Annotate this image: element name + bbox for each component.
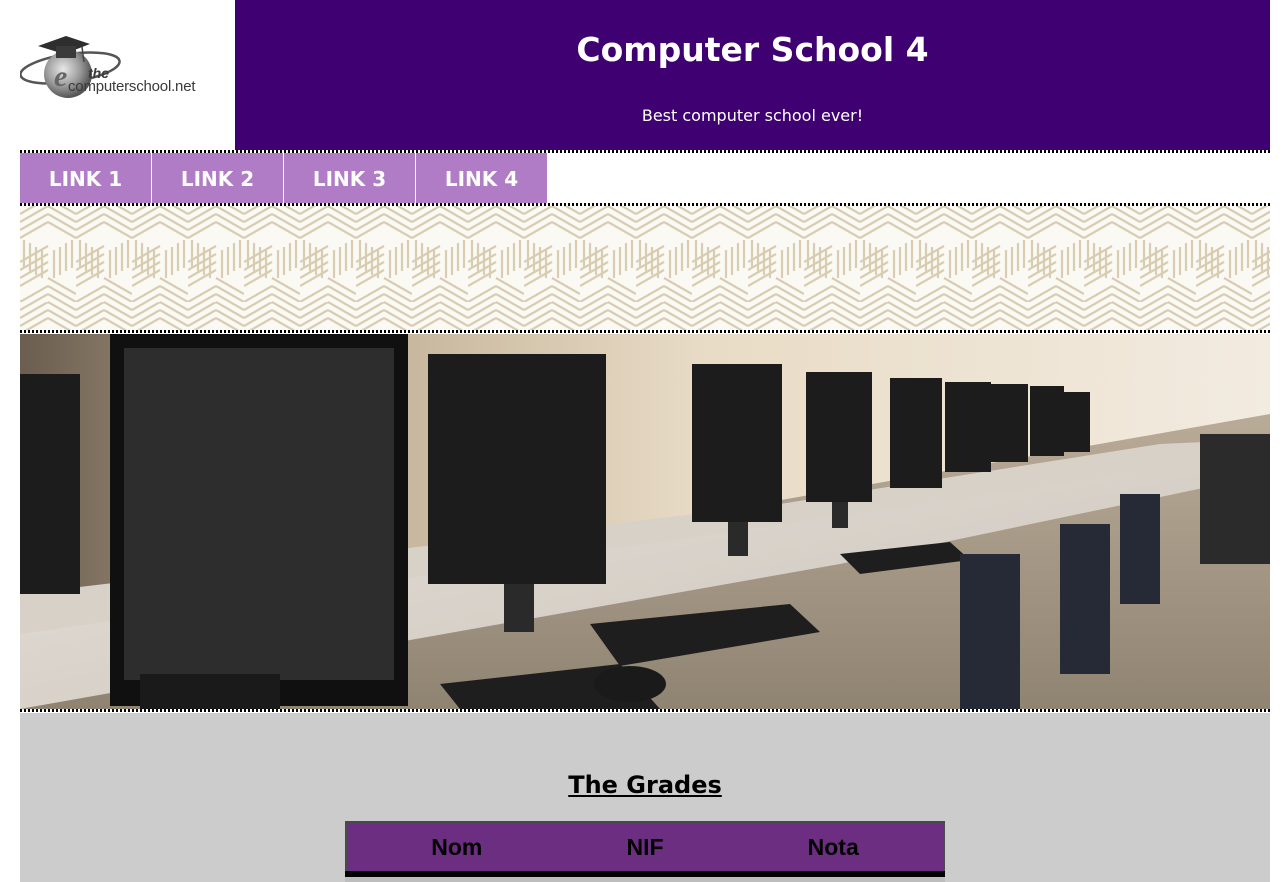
nav-link-4[interactable]: LINK 4 <box>416 153 547 203</box>
column-header-nom: Nom <box>345 821 567 871</box>
table-body <box>345 877 945 882</box>
site-tagline: Best computer school ever! <box>641 106 864 125</box>
computer-lab-hero-image <box>20 334 1270 709</box>
svg-text:e: e <box>54 60 67 93</box>
site-title: Computer School 4 <box>576 30 929 69</box>
logo-line-2: computerschool.net <box>68 78 196 95</box>
grades-heading: The Grades <box>568 771 722 799</box>
computer-lab-illustration <box>20 334 1270 709</box>
site-header: e the computerschool.net Computer School… <box>20 0 1270 150</box>
nav-link-2[interactable]: LINK 2 <box>152 153 284 203</box>
column-header-nif: NIF <box>566 821 724 871</box>
nav-link-1[interactable]: LINK 1 <box>20 153 152 203</box>
page: e the computerschool.net Computer School… <box>20 0 1270 882</box>
decorative-pattern-strip <box>20 206 1270 330</box>
school-logo[interactable]: e the computerschool.net <box>20 0 235 150</box>
cube-pattern-graphic <box>20 206 1270 330</box>
grades-section: The Grades Nom NIF Nota <box>20 713 1270 882</box>
header-banner: Computer School 4 Best computer school e… <box>235 0 1270 150</box>
main-nav: LINK 1 LINK 2 LINK 3 LINK 4 <box>20 153 547 203</box>
logo-wordmark: the computerschool.net <box>68 66 196 95</box>
nav-link-3[interactable]: LINK 3 <box>284 153 416 203</box>
grades-table-header-row: Nom NIF Nota <box>345 821 945 871</box>
grades-table: Nom NIF Nota <box>345 821 945 871</box>
dotted-divider <box>20 330 1270 333</box>
column-header-nota: Nota <box>723 821 945 871</box>
dotted-divider <box>20 709 1270 712</box>
